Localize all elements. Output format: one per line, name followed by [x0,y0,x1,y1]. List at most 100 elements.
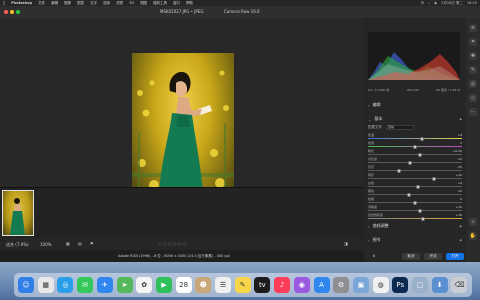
slider-thumb[interactable] [431,176,436,181]
crop-tool-icon[interactable]: ⌗ [469,38,477,46]
safari-icon[interactable]: ◎ [57,277,74,293]
slider-thumb[interactable] [407,160,412,165]
menu-item[interactable]: 帮助 [186,1,193,6]
facetime-icon[interactable]: ▶ [155,277,172,293]
appletv-icon[interactable]: tv [254,277,271,293]
redeye-tool-icon[interactable]: ◎ [469,80,477,88]
menu-item[interactable]: 3D [129,1,134,6]
menu-item[interactable]: 编辑 [51,1,58,6]
basic-section-header[interactable]: ⌄ 基本 ◉ [368,116,462,122]
reminders-icon[interactable]: ☰ [215,277,231,293]
compare-icon[interactable]: ◨ [344,241,348,246]
visibility-icon[interactable]: ◉ [459,238,462,242]
slider-thumb[interactable] [413,144,417,149]
launchpad-icon[interactable]: ▦ [37,277,54,293]
slider-thumb[interactable] [413,200,417,205]
menubar-status-item[interactable]: ◉ [434,1,437,6]
menu-item[interactable]: 图层 [77,1,84,6]
slider-value[interactable]: -35 [450,165,462,169]
slider-thumb[interactable] [415,184,420,189]
app-menu-name[interactable]: Photoshop [11,1,32,5]
slider-value[interactable]: +6 [450,181,462,185]
slider-thumb[interactable] [417,208,422,213]
open-button[interactable]: 打开 [446,253,464,260]
close-window-button[interactable] [4,10,8,14]
slider-track[interactable] [368,138,462,139]
chrome-icon[interactable]: ◍ [372,277,389,293]
slider-thumb[interactable] [417,152,422,157]
slider-value[interactable]: -12 [450,157,462,161]
maps-icon[interactable]: ➤ [116,277,133,293]
notes-icon[interactable]: ✎ [234,277,251,293]
grid-icon[interactable]: ▦ [66,241,70,246]
menu-item[interactable]: 窗口 [173,1,180,6]
apple-icon[interactable]:  [3,1,5,5]
minimize-window-button[interactable] [10,10,14,14]
visibility-icon[interactable]: ◉ [459,224,462,228]
slider-value[interactable]: +0.20 [450,149,462,153]
edit-section-header[interactable]: › 编辑 [368,102,462,108]
zoom-tool-icon[interactable]: ⌕ [469,218,477,226]
flag-icon[interactable]: ⚑ [90,241,94,246]
preview-icon[interactable]: ▣ [352,277,369,293]
menubar-status-item[interactable]: 16:25 [467,1,477,6]
downloads-icon[interactable]: ⬇ [431,277,448,293]
photos-icon[interactable]: ✿ [136,277,153,293]
settings-gear-icon[interactable]: ⚙ [370,253,378,260]
slider-value[interactable]: +18 [450,213,462,217]
filmstrip-toggle-icon[interactable]: ▤ [78,241,82,246]
menubar-status-item[interactable]: 2月18日 周二 [441,1,463,6]
slider-value[interactable]: 0 [450,141,462,145]
settings-icon[interactable]: ⚙ [333,277,350,293]
rating-stars[interactable]: ○○○○○○ [158,241,188,246]
menu-item[interactable]: 选择 [103,1,110,6]
slider-thumb[interactable] [406,192,411,197]
slider-thumb[interactable] [420,136,425,141]
edit-tool-icon[interactable]: ≡ [469,24,477,32]
calendar-icon[interactable]: 28 [175,277,192,293]
heal-tool-icon[interactable]: ✚ [469,52,477,60]
menu-item[interactable]: 图像 [64,1,71,6]
menu-item[interactable]: 滤镜 [116,1,123,6]
presets-tool-icon[interactable]: ◇ [469,94,477,102]
filmstrip-thumbnail[interactable] [2,190,34,236]
messages-icon[interactable]: ✉ [77,277,94,293]
zoom-100-button[interactable]: 100% [40,242,51,247]
slider-track[interactable] [368,154,462,155]
slider-value[interactable]: +10 [450,205,462,209]
workflow-options-link[interactable]: Adobe RGB (1998) - 8 位 - 6000 x 4000 (24… [118,254,230,259]
contacts-icon[interactable]: ☻ [195,277,212,293]
cancel-button[interactable]: 取消 [402,253,420,260]
trash-icon[interactable]: ⌫ [451,277,468,293]
slider-track[interactable] [368,170,462,171]
music-icon[interactable]: ♪ [274,277,291,293]
finder-extra-icon[interactable]: ▢ [412,277,428,293]
visibility-icon[interactable]: ◉ [459,117,462,121]
slider-value[interactable]: -15 [450,189,462,193]
detail-section-header[interactable]: › 细节 ◉ [368,237,462,243]
slider-track[interactable] [368,194,462,195]
slider-track[interactable] [368,178,462,179]
brush-tool-icon[interactable]: ✎ [469,66,477,74]
menubar-status-item[interactable]: 中 [421,1,425,6]
appstore-icon[interactable]: A [313,277,330,293]
podcasts-icon[interactable]: ◉ [293,277,310,293]
slider-value[interactable]: +42 [450,173,462,177]
photoshop-icon[interactable]: Ps [392,277,409,293]
menu-item[interactable]: 文字 [90,1,97,6]
slider-track[interactable] [368,162,462,163]
slider-track[interactable] [368,210,462,211]
menu-item[interactable]: 文件 [38,1,45,6]
hand-tool-icon[interactable]: ✋ [469,232,477,240]
curve-section-header[interactable]: › 曲线调整 ◉ [368,223,462,229]
more-options-icon[interactable]: ⋯ [469,108,477,116]
slider-track[interactable] [368,218,462,219]
slider-value[interactable]: 0 [450,197,462,201]
profile-dropdown[interactable]: 自动 [386,125,414,130]
slider-thumb[interactable] [421,216,426,221]
done-button[interactable]: 完成 [424,253,442,260]
menu-item[interactable]: 增效工具 [153,1,167,6]
slider-value[interactable]: +8 [450,133,462,137]
slider-thumb[interactable] [396,168,401,173]
zoom-window-button[interactable] [16,10,20,14]
